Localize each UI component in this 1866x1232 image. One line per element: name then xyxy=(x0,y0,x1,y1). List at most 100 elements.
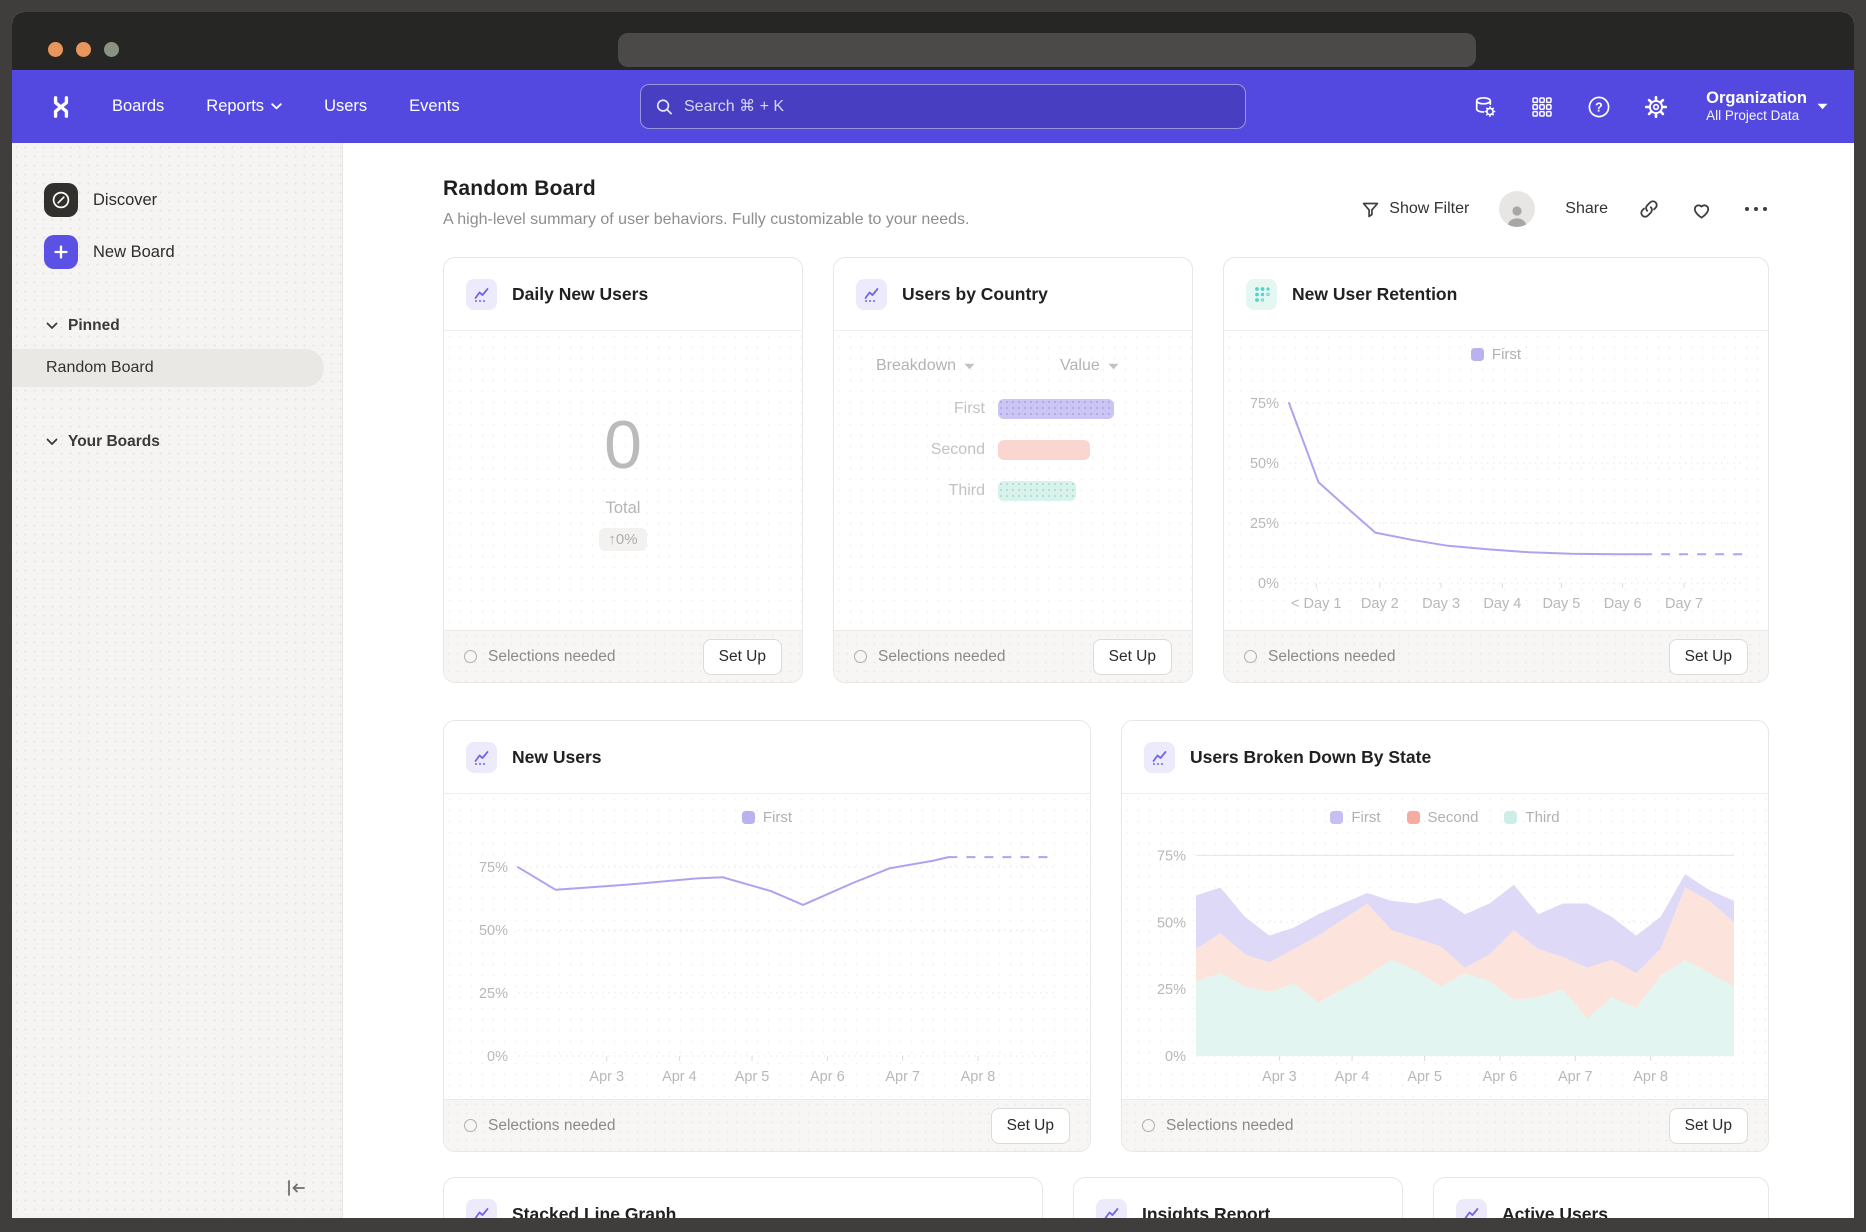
plus-icon xyxy=(44,235,78,269)
nav-item-label: Users xyxy=(324,97,367,116)
svg-text:Apr 7: Apr 7 xyxy=(1558,1069,1593,1085)
apps-grid-icon[interactable] xyxy=(1529,94,1555,120)
card-header: Users Broken Down By State xyxy=(1122,721,1768,794)
value-dropdown[interactable]: Value xyxy=(1060,357,1119,375)
svg-text:Apr 8: Apr 8 xyxy=(961,1069,996,1085)
status-circle-icon xyxy=(464,650,477,663)
set-up-button[interactable]: Set Up xyxy=(991,1108,1070,1144)
zoom-button[interactable] xyxy=(104,42,119,57)
metric-delta-badge: ↑0% xyxy=(599,528,646,551)
set-up-button[interactable]: Set Up xyxy=(703,639,782,675)
sidebar-item-discover[interactable]: Discover xyxy=(12,181,342,219)
nav-items: Boards Reports Users Events xyxy=(112,97,460,116)
card-header: Users by Country xyxy=(834,258,1192,331)
bar-first xyxy=(998,399,1114,419)
close-button[interactable] xyxy=(48,42,63,57)
sidebar: Discover New Board Pinned xyxy=(12,143,343,1218)
bar-label: First xyxy=(834,400,998,418)
bar-chart-body: Breakdown Value xyxy=(834,331,1192,630)
card-header: Stacked Line Graph xyxy=(444,1178,1042,1218)
status-text: Selections needed xyxy=(464,648,616,666)
svg-text:Day 3: Day 3 xyxy=(1422,596,1460,612)
svg-text:Day 6: Day 6 xyxy=(1604,596,1642,612)
copy-link-button[interactable] xyxy=(1638,198,1660,220)
svg-text:< Day 1: < Day 1 xyxy=(1291,596,1341,612)
share-button[interactable]: Share xyxy=(1565,200,1608,218)
set-up-button[interactable]: Set Up xyxy=(1093,639,1172,675)
settings-gear-icon[interactable] xyxy=(1643,94,1669,120)
breakdown-dropdown[interactable]: Breakdown xyxy=(876,357,1060,375)
sidebar-section-pinned[interactable]: Pinned xyxy=(12,317,342,335)
bar-row: Second xyxy=(834,440,1192,460)
card-header: Daily New Users xyxy=(444,258,802,331)
org-subtitle: All Project Data xyxy=(1706,108,1807,125)
more-options-button[interactable] xyxy=(1743,205,1769,213)
collapse-sidebar-icon xyxy=(284,1177,308,1199)
nav-item-users[interactable]: Users xyxy=(324,97,367,116)
avatar[interactable] xyxy=(1499,191,1535,227)
bar-row: Third xyxy=(834,481,1192,501)
card-header: New User Retention xyxy=(1224,258,1768,331)
board-item-label: Random Board xyxy=(46,359,154,377)
card-new-user-retention: New User Retention First75%50%25%0%< Day… xyxy=(1223,257,1769,683)
card-title: Insights Report xyxy=(1142,1204,1270,1219)
card-daily-new-users: Daily New Users 0 Total ↑0% Selections n… xyxy=(443,257,803,683)
status-circle-icon xyxy=(1244,650,1257,663)
link-icon xyxy=(1638,198,1660,220)
nav-item-reports[interactable]: Reports xyxy=(206,97,282,116)
card-new-users: New Users First75%50%25%0%Apr 3Apr 4Apr … xyxy=(443,720,1091,1152)
chevron-down-icon xyxy=(1108,363,1119,370)
chevron-down-icon xyxy=(1817,103,1828,110)
chart-legend: FirstSecondThird xyxy=(1330,794,1559,826)
org-switcher[interactable]: Organization All Project Data xyxy=(1706,88,1828,126)
app-navbar: Boards Reports Users Events xyxy=(12,70,1854,143)
data-management-icon[interactable] xyxy=(1472,94,1498,120)
set-up-button[interactable]: Set Up xyxy=(1669,639,1748,675)
search-input[interactable] xyxy=(684,98,1231,116)
card-insights-report: Insights Report xyxy=(1073,1177,1403,1218)
chart-legend: First xyxy=(1471,331,1521,363)
show-filter-button[interactable]: Show Filter xyxy=(1361,200,1469,219)
person-icon xyxy=(1504,203,1530,227)
nav-item-boards[interactable]: Boards xyxy=(112,97,164,116)
svg-text:Apr 7: Apr 7 xyxy=(885,1069,920,1085)
svg-text:0%: 0% xyxy=(487,1049,508,1065)
card-header: Active Users xyxy=(1434,1178,1768,1218)
svg-text:Apr 4: Apr 4 xyxy=(662,1069,697,1085)
sidebar-collapse-button[interactable] xyxy=(282,1174,310,1202)
sidebar-item-label: New Board xyxy=(93,243,175,262)
chevron-down-icon xyxy=(964,363,975,370)
legend-swatch xyxy=(1407,811,1420,824)
chevron-down-icon xyxy=(46,322,58,330)
global-search[interactable] xyxy=(640,84,1246,129)
card-title: New Users xyxy=(512,747,602,768)
sidebar-item-random-board[interactable]: Random Board xyxy=(12,349,324,387)
browser-url-bar[interactable] xyxy=(618,33,1476,67)
sidebar-section-your-boards[interactable]: Your Boards xyxy=(12,433,342,451)
svg-text:50%: 50% xyxy=(1157,915,1186,931)
new-users-chart: First75%50%25%0%Apr 3Apr 4Apr 5Apr 6Apr … xyxy=(444,794,1090,1099)
svg-text:75%: 75% xyxy=(1250,396,1279,412)
svg-text:Apr 4: Apr 4 xyxy=(1335,1069,1370,1085)
set-up-button[interactable]: Set Up xyxy=(1669,1108,1748,1144)
section-label: Pinned xyxy=(68,317,120,335)
card-title: Daily New Users xyxy=(512,284,648,305)
line-chart-icon xyxy=(466,279,497,310)
card-footer: Selections needed Set Up xyxy=(444,1099,1090,1151)
retention-grid-icon xyxy=(1246,279,1277,310)
bar-row: First xyxy=(834,399,1192,419)
mixpanel-logo[interactable] xyxy=(46,94,76,120)
minimize-button[interactable] xyxy=(76,42,91,57)
nav-item-events[interactable]: Events xyxy=(409,97,459,116)
card-title: New User Retention xyxy=(1292,284,1457,305)
bar-rows: First Second Third xyxy=(834,399,1192,501)
favorite-button[interactable] xyxy=(1690,199,1713,220)
svg-text:25%: 25% xyxy=(1157,982,1186,998)
metric-label: Total xyxy=(606,499,641,518)
sidebar-item-new-board[interactable]: New Board xyxy=(12,233,342,271)
help-icon[interactable]: ? xyxy=(1586,94,1612,120)
board-actions: Show Filter Share xyxy=(1361,191,1769,227)
window-controls xyxy=(48,42,119,57)
screenshot-stage: Boards Reports Users Events xyxy=(0,0,1866,1232)
line-chart-icon xyxy=(1456,1199,1487,1219)
